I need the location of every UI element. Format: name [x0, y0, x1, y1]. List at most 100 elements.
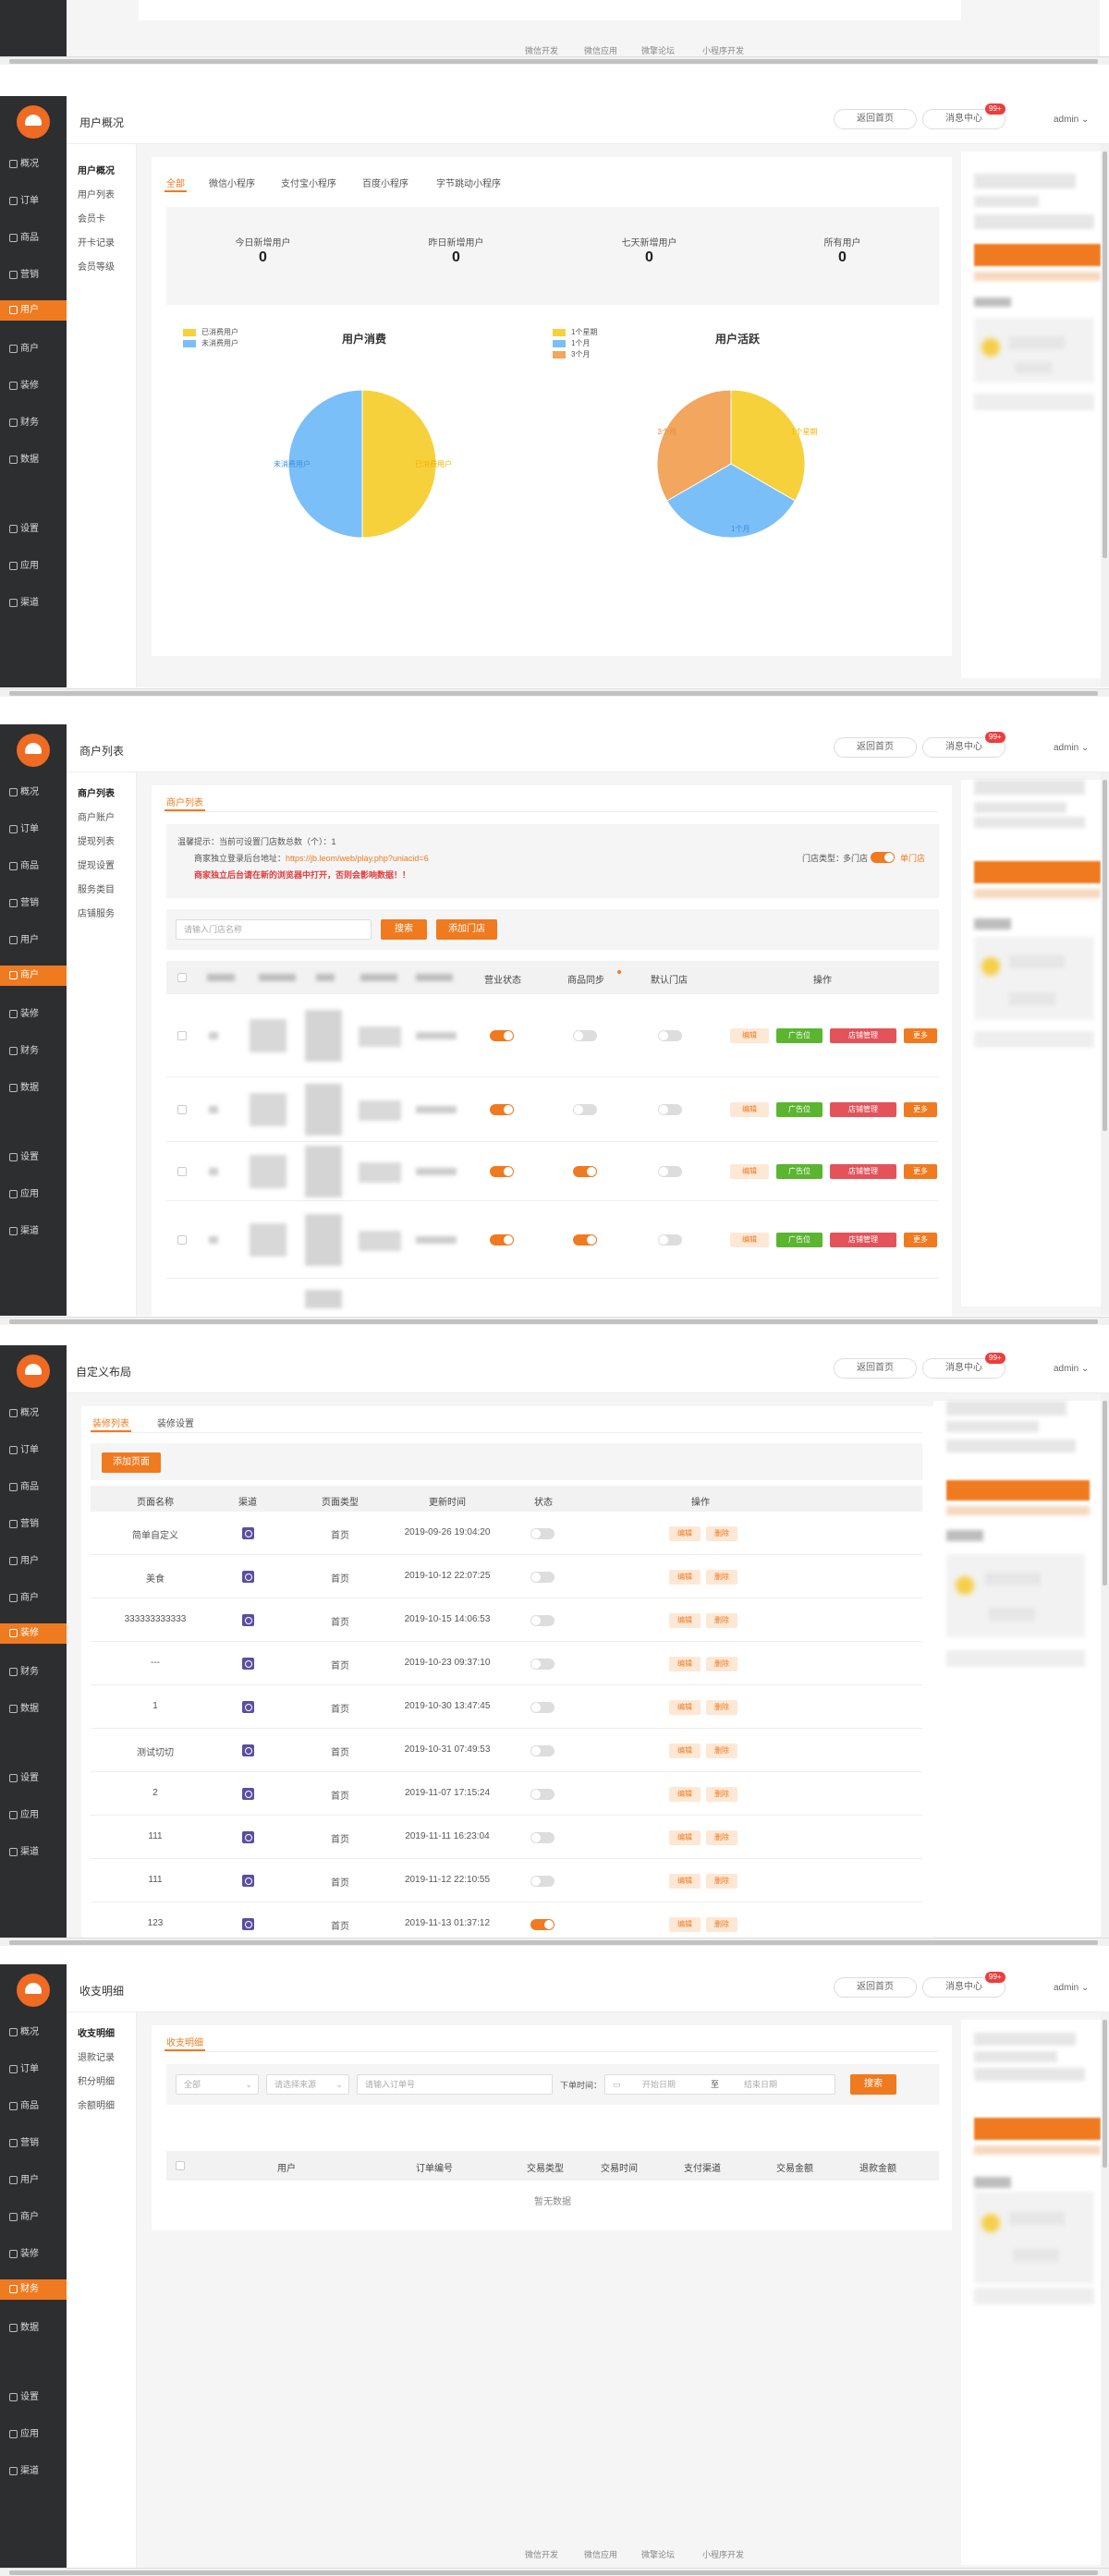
nav-finance[interactable]: 财务	[0, 1041, 67, 1062]
default-store-toggle[interactable]	[658, 1104, 682, 1115]
nav-marketing[interactable]: 营销	[0, 265, 67, 286]
nav-channel[interactable]: 渠道	[0, 593, 67, 614]
nav-decorate[interactable]: 装修	[0, 1004, 67, 1025]
row-checkbox[interactable]	[177, 1105, 187, 1114]
tab-all[interactable]: 全部	[166, 176, 185, 189]
nav-users[interactable]: 用户	[0, 1551, 67, 1572]
source-select[interactable]: 请选择来源 ⌄	[266, 2074, 349, 2095]
edit-button[interactable]: 编辑	[669, 1917, 701, 1932]
footer-link[interactable]: 小程序开发	[702, 44, 744, 56]
status-toggle[interactable]	[530, 1919, 554, 1930]
footer-link[interactable]: 小程序开发	[702, 2548, 744, 2560]
status-toggle[interactable]	[530, 1789, 554, 1800]
goods-sync-toggle[interactable]	[573, 1234, 597, 1245]
edit-button[interactable]: 编辑	[669, 1787, 701, 1802]
business-status-toggle[interactable]	[490, 1104, 514, 1115]
default-store-toggle[interactable]	[658, 1030, 682, 1041]
edit-button[interactable]: 编辑	[669, 1874, 701, 1889]
type-select[interactable]: 全部 ⌄	[176, 2074, 259, 2095]
status-toggle[interactable]	[530, 1876, 554, 1887]
back-home-button[interactable]: 返回首页	[834, 109, 917, 129]
delete-button[interactable]: 删除	[706, 1526, 737, 1541]
ad-slot-button[interactable]: 广告位	[776, 1164, 823, 1179]
submenu-item[interactable]: 服务类目	[78, 881, 115, 895]
nav-data[interactable]: 数据	[0, 2318, 67, 2339]
nav-orders[interactable]: 订单	[0, 820, 67, 840]
admin-menu[interactable]: admin ⌄	[1054, 1364, 1089, 1374]
status-toggle[interactable]	[530, 1615, 554, 1626]
nav-marketing[interactable]: 营销	[0, 2133, 67, 2154]
submenu-item[interactable]: 收支明细	[78, 2025, 115, 2039]
goods-sync-toggle[interactable]	[573, 1166, 597, 1177]
submenu-item[interactable]: 开卡记录	[78, 235, 115, 249]
nav-marketing[interactable]: 营销	[0, 1514, 67, 1535]
back-home-button[interactable]: 返回首页	[834, 1358, 917, 1379]
nav-apps[interactable]: 应用	[0, 1185, 67, 1205]
store-manage-button[interactable]: 店铺管理	[830, 1164, 896, 1179]
default-store-toggle[interactable]	[658, 1234, 682, 1245]
more-button[interactable]: 更多	[904, 1164, 937, 1179]
delete-button[interactable]: 删除	[706, 1613, 737, 1628]
edit-button[interactable]: 编辑	[669, 1526, 701, 1541]
submenu-item[interactable]: 会员卡	[78, 211, 105, 225]
nav-orders[interactable]: 订单	[0, 1440, 67, 1461]
nav-settings[interactable]: 设置	[0, 519, 67, 540]
submenu-item[interactable]: 积分明细	[78, 2073, 115, 2087]
vertical-scrollbar[interactable]	[1101, 1393, 1109, 1940]
admin-menu[interactable]: admin ⌄	[1054, 115, 1089, 125]
edit-button[interactable]: 编辑	[730, 1164, 769, 1179]
edit-button[interactable]: 编辑	[669, 1700, 701, 1715]
footer-link[interactable]: 微擎论坛	[641, 2548, 675, 2560]
submenu-item[interactable]: 提现设置	[78, 857, 115, 871]
edit-button[interactable]: 编辑	[669, 1570, 701, 1585]
nav-merchant[interactable]: 商户	[0, 1588, 67, 1609]
row-checkbox[interactable]	[177, 1235, 187, 1245]
vertical-scrollbar[interactable]	[1101, 2012, 1109, 2569]
tab-bytedance[interactable]: 字节跳动小程序	[436, 176, 501, 189]
submenu-item[interactable]: 余额明细	[78, 2097, 115, 2111]
horizontal-scrollbar[interactable]	[0, 1317, 1109, 1325]
tab-alipay[interactable]: 支付宝小程序	[281, 176, 336, 189]
ad-slot-button[interactable]: 广告位	[776, 1102, 823, 1117]
date-range-picker[interactable]: ▭ 开始日期 至 结束日期	[604, 2074, 835, 2095]
ad-slot-button[interactable]: 广告位	[776, 1233, 823, 1247]
nav-channel[interactable]: 渠道	[0, 1221, 67, 1242]
business-status-toggle[interactable]	[490, 1166, 514, 1177]
nav-data[interactable]: 数据	[0, 450, 67, 470]
submenu-item[interactable]: 提现列表	[78, 833, 115, 847]
business-status-toggle[interactable]	[490, 1030, 514, 1041]
delete-button[interactable]: 删除	[706, 1700, 737, 1715]
horizontal-scrollbar[interactable]	[0, 1938, 1109, 1946]
nav-decorate[interactable]: 装修	[0, 2244, 67, 2265]
search-button[interactable]: 搜索	[381, 919, 427, 940]
nav-overview[interactable]: 概况	[0, 1403, 67, 1424]
row-checkbox[interactable]	[177, 1167, 187, 1176]
footer-link[interactable]: 微信应用	[584, 44, 617, 56]
admin-menu[interactable]: admin ⌄	[1054, 1983, 1089, 1993]
store-manage-button[interactable]: 店铺管理	[830, 1102, 896, 1117]
status-toggle[interactable]	[530, 1572, 554, 1583]
store-search-input[interactable]: 请输入门店名称	[176, 919, 372, 940]
nav-goods[interactable]: 商品	[0, 1477, 67, 1498]
nav-overview[interactable]: 概况	[0, 154, 67, 175]
footer-link[interactable]: 微信开发	[525, 2548, 558, 2560]
edit-button[interactable]: 编辑	[730, 1028, 769, 1043]
horizontal-scrollbar[interactable]	[0, 688, 1109, 697]
nav-apps[interactable]: 应用	[0, 1805, 67, 1826]
nav-goods[interactable]: 商品	[0, 2096, 67, 2117]
submenu-item[interactable]: 用户列表	[78, 187, 115, 200]
goods-sync-toggle[interactable]	[573, 1030, 597, 1041]
submenu-item[interactable]: 退款记录	[78, 2049, 115, 2063]
vertical-scrollbar[interactable]	[1101, 144, 1109, 687]
store-mode-toggle[interactable]	[871, 852, 895, 863]
nav-users[interactable]: 用户	[0, 2170, 67, 2191]
row-checkbox[interactable]	[177, 1031, 187, 1040]
nav-channel[interactable]: 渠道	[0, 2461, 67, 2482]
nav-apps[interactable]: 应用	[0, 2424, 67, 2445]
default-store-toggle[interactable]	[658, 1166, 682, 1177]
back-home-button[interactable]: 返回首页	[834, 1977, 917, 1998]
nav-decorate[interactable]: 装修	[0, 376, 67, 396]
nav-finance[interactable]: 财务	[0, 1662, 67, 1683]
goods-sync-toggle[interactable]	[573, 1104, 597, 1115]
nav-orders[interactable]: 订单	[0, 191, 67, 212]
